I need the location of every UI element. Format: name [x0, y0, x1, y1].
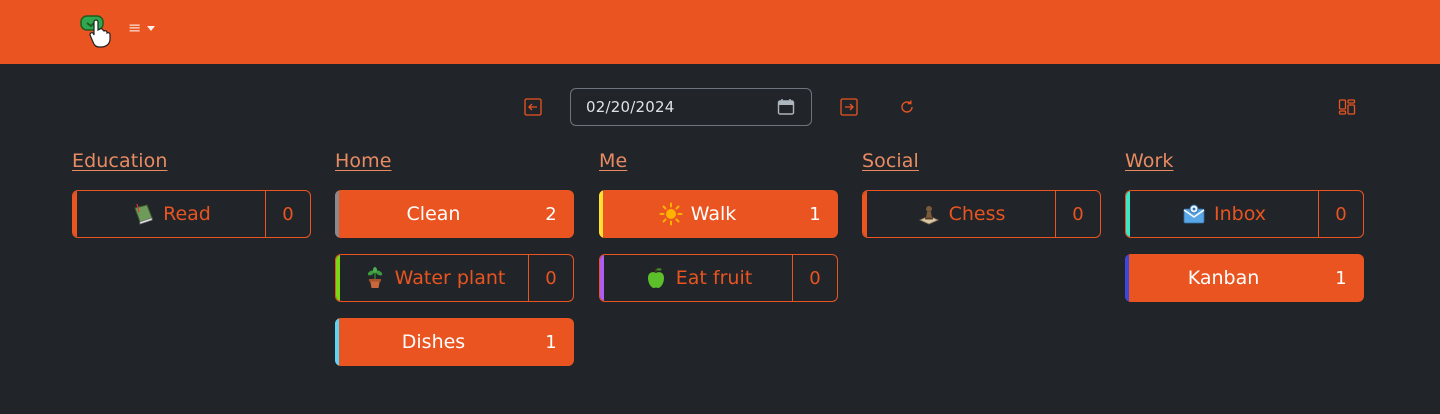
habit-label: Dishes	[401, 331, 466, 353]
category-title[interactable]: Home	[335, 150, 574, 178]
habit-button-read[interactable]: Read 0	[72, 190, 311, 238]
category-column-social: Social Chess 0	[862, 150, 1101, 238]
habit-main[interactable]: Inbox	[1130, 191, 1319, 237]
habit-button-clean[interactable]: Clean 2	[335, 190, 574, 238]
habit-main[interactable]: Dishes	[339, 318, 528, 366]
habit-main[interactable]: Eat fruit	[604, 255, 793, 301]
category-column-home: Home Clean 2 Water plant 0 Dishes 1	[335, 150, 574, 366]
habit-label: Water plant	[394, 267, 506, 289]
habit-label: Inbox	[1214, 203, 1266, 225]
app-logo-icon[interactable]	[80, 14, 116, 50]
green-apple-icon	[644, 266, 668, 290]
next-day-icon	[840, 98, 858, 116]
chess-icon	[917, 202, 941, 226]
category-column-education: Education Read 0	[72, 150, 311, 238]
habit-label: Chess	[948, 203, 1006, 225]
category-column-work: Work Inbox 0 Kanban 1	[1125, 150, 1364, 302]
date-value: 02/20/2024	[586, 98, 675, 116]
habit-count: 2	[545, 203, 557, 225]
habit-count: 1	[1335, 267, 1347, 289]
habit-count: 1	[545, 331, 557, 353]
prev-day-icon	[524, 98, 542, 116]
category-title[interactable]: Me	[599, 150, 838, 178]
layout-toggle-button[interactable]	[1337, 97, 1357, 117]
sun-icon	[659, 202, 683, 226]
navbar: ≡	[0, 0, 1440, 64]
habit-count: 0	[809, 267, 821, 289]
habit-main[interactable]: Water plant	[340, 255, 529, 301]
next-day-button[interactable]	[839, 97, 859, 117]
habit-main[interactable]: Read	[77, 191, 266, 237]
main-menu-dropdown[interactable]: ≡	[128, 18, 156, 38]
category-title[interactable]: Education	[72, 150, 311, 178]
habit-count: 0	[1072, 203, 1084, 225]
layout-icon	[1338, 99, 1356, 115]
habit-main[interactable]: Kanban	[1129, 254, 1318, 302]
calendar-icon[interactable]	[777, 98, 795, 116]
caret-down-icon	[147, 25, 156, 31]
date-input[interactable]: 02/20/2024	[570, 88, 812, 126]
habit-main[interactable]: Clean	[339, 190, 528, 238]
habit-label: Clean	[406, 203, 461, 225]
habit-button-water-plant[interactable]: Water plant 0	[335, 254, 574, 302]
habit-count: 0	[282, 203, 294, 225]
habit-button-eat-fruit[interactable]: Eat fruit 0	[599, 254, 838, 302]
envelope-icon	[1182, 202, 1206, 226]
habit-label: Kanban	[1187, 267, 1260, 289]
potted-plant-icon	[363, 266, 387, 290]
habit-button-inbox[interactable]: Inbox 0	[1125, 190, 1364, 238]
habit-label: Read	[163, 203, 211, 225]
habit-main[interactable]: Walk	[603, 190, 792, 238]
prev-day-button[interactable]	[523, 97, 543, 117]
refresh-button[interactable]	[897, 97, 917, 117]
habit-main[interactable]: Chess	[867, 191, 1056, 237]
habit-count: 0	[1335, 203, 1347, 225]
habit-label: Walk	[690, 203, 737, 225]
habit-button-kanban[interactable]: Kanban 1	[1125, 254, 1364, 302]
refresh-icon	[901, 100, 913, 113]
habit-label: Eat fruit	[675, 267, 753, 289]
habit-button-dishes[interactable]: Dishes 1	[335, 318, 574, 366]
book-icon	[131, 202, 155, 226]
habit-count: 0	[545, 267, 557, 289]
category-title[interactable]: Work	[1125, 150, 1364, 178]
category-column-me: Me Walk 1 Eat fruit 0	[599, 150, 838, 302]
habit-count: 1	[809, 203, 821, 225]
habit-button-chess[interactable]: Chess 0	[862, 190, 1101, 238]
category-title[interactable]: Social	[862, 150, 1101, 178]
habit-button-walk[interactable]: Walk 1	[599, 190, 838, 238]
hamburger-icon: ≡	[128, 18, 142, 37]
